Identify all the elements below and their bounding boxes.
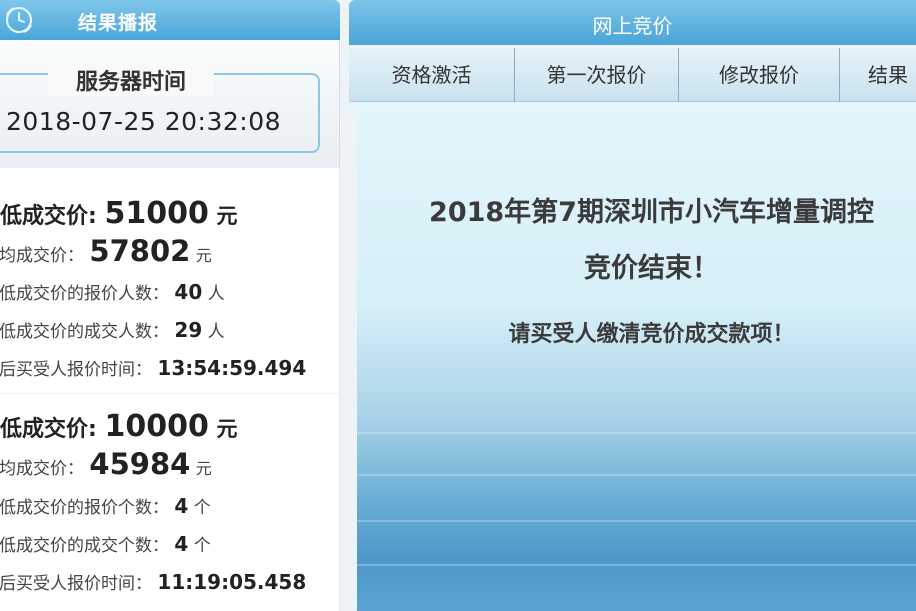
min-deals-unit: 个 bbox=[193, 536, 211, 556]
min-price-label: 最低成交价: bbox=[0, 204, 97, 229]
min-bids-value: 4 bbox=[174, 494, 189, 518]
min-price-unit: 元 bbox=[216, 417, 238, 441]
water-texture bbox=[357, 474, 916, 476]
avg-price-row: 平均成交价： 45984 元 bbox=[0, 447, 212, 481]
min-deals-value: 29 bbox=[174, 318, 203, 342]
min-deals-label: 最低成交价的成交个数： bbox=[0, 536, 169, 556]
water-texture bbox=[357, 520, 916, 522]
min-price-row: 最低成交价: 10000 元 bbox=[0, 409, 238, 444]
min-price-unit: 元 bbox=[216, 204, 238, 228]
min-deals-label: 最低成交价的成交人数： bbox=[0, 322, 169, 342]
tab-modify-bid[interactable]: 修改报价 bbox=[679, 48, 840, 102]
min-bids-row: 最低成交价的报价个数： 4 个 bbox=[0, 493, 211, 518]
stats-group-company: 最低成交价: 10000 元 平均成交价： 45984 元 最低成交价的报价个数… bbox=[0, 393, 340, 594]
payment-notice: 请买受人缴清竞价成交款项！ bbox=[508, 322, 795, 347]
auction-end-subtitle: 竞价结束！ bbox=[584, 253, 719, 284]
server-time-value: 2018-07-25 20:32:08 bbox=[6, 107, 282, 136]
min-price-value: 51000 bbox=[104, 196, 209, 231]
bidding-panel-title: 网上竞价 bbox=[592, 14, 673, 38]
tab-result[interactable]: 结果 bbox=[840, 48, 916, 102]
min-price-value: 10000 bbox=[104, 409, 209, 444]
tab-qualification-activation[interactable]: 资格激活 bbox=[349, 48, 515, 102]
min-bidders-row: 最低成交价的报价人数： 40 人 bbox=[0, 279, 225, 304]
avg-price-label: 平均成交价： bbox=[0, 459, 84, 479]
result-panel: 结果播报 服务器时间 2018-07-25 20:32:08 最低成交价: 51… bbox=[0, 0, 340, 611]
result-panel-title: 结果播报 bbox=[78, 12, 159, 34]
last-bid-time-label: 最后买受人报价时间： bbox=[0, 574, 152, 594]
bidding-panel: 网上竞价 资格激活 第一次报价 修改报价 结果 2018年第7期深圳市小汽车增量… bbox=[349, 0, 916, 611]
avg-price-value: 57802 bbox=[89, 234, 191, 268]
avg-price-unit: 元 bbox=[195, 459, 212, 478]
refresh-clock-icon bbox=[6, 7, 32, 33]
avg-price-unit: 元 bbox=[195, 246, 212, 265]
min-bids-label: 最低成交价的报价个数： bbox=[0, 498, 169, 518]
auction-end-title: 2018年第7期深圳市小汽车增量调控 bbox=[429, 197, 874, 228]
water-texture bbox=[357, 564, 916, 566]
stats-area: 最低成交价: 51000 元 平均成交价： 57802 元 最低成交价的报价人数… bbox=[0, 168, 340, 611]
min-deals-value: 4 bbox=[174, 532, 189, 556]
avg-price-label: 平均成交价： bbox=[0, 246, 84, 266]
last-bid-time-value: 11:19:05.458 bbox=[157, 570, 307, 594]
min-bidders-value: 40 bbox=[174, 280, 203, 304]
min-deals-row: 最低成交价的成交个数： 4 个 bbox=[0, 531, 211, 556]
min-deals-unit: 人 bbox=[207, 322, 225, 342]
avg-price-value: 45984 bbox=[89, 447, 191, 481]
last-bid-time-row: 最后买受人报价时间： 11:19:05.458 bbox=[0, 569, 306, 594]
server-time-box: 服务器时间 2018-07-25 20:32:08 bbox=[0, 40, 340, 168]
min-bidders-unit: 人 bbox=[207, 284, 225, 304]
tab-first-bid[interactable]: 第一次报价 bbox=[515, 48, 679, 102]
min-deals-row: 最低成交价的成交人数： 29 人 bbox=[0, 317, 225, 342]
min-price-label: 最低成交价: bbox=[0, 417, 97, 442]
result-panel-header: 结果播报 bbox=[0, 0, 340, 40]
last-bid-time-row: 最后买受人报价时间： 13:54:59.494 bbox=[0, 355, 306, 380]
last-bid-time-label: 最后买受人报价时间： bbox=[0, 360, 152, 380]
bidding-content: 2018年第7期深圳市小汽车增量调控 竞价结束！ 请买受人缴清竞价成交款项！ bbox=[357, 102, 916, 611]
min-bidders-label: 最低成交价的报价人数： bbox=[0, 284, 169, 304]
bidding-panel-header: 网上竞价 bbox=[349, 0, 916, 45]
min-bids-unit: 个 bbox=[193, 498, 211, 518]
bidding-tabs: 资格激活 第一次报价 修改报价 结果 bbox=[349, 48, 916, 102]
avg-price-row: 平均成交价： 57802 元 bbox=[0, 234, 212, 268]
last-bid-time-value: 13:54:59.494 bbox=[157, 356, 307, 380]
min-price-row: 最低成交价: 51000 元 bbox=[0, 196, 238, 231]
server-time-label: 服务器时间 bbox=[48, 64, 215, 96]
water-texture bbox=[357, 432, 916, 434]
